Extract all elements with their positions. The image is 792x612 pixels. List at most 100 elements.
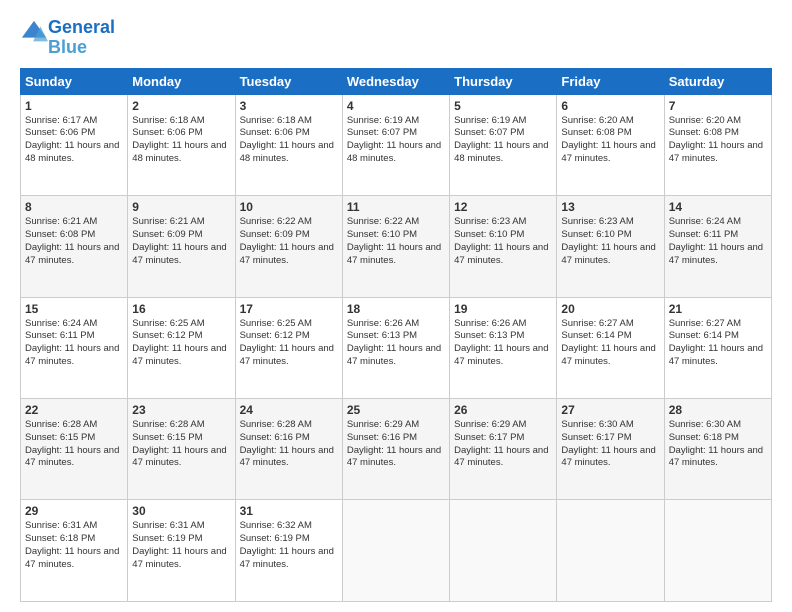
daylight-label: Daylight: 11 hours and 47 minutes. bbox=[240, 242, 334, 266]
calendar-week-4: 22 Sunrise: 6:28 AM Sunset: 6:15 PM Dayligh… bbox=[21, 399, 772, 500]
sunrise-label: Sunrise: 6:24 AM bbox=[669, 216, 741, 227]
calendar-week-3: 15 Sunrise: 6:24 AMSunset: 6:11 PMDayligh… bbox=[21, 297, 772, 398]
calendar-header-row: SundayMondayTuesdayWednesdayThursdayFrid… bbox=[21, 68, 772, 94]
sunrise-label: Sunrise: 6:19 AM bbox=[454, 115, 526, 126]
day-header-saturday: Saturday bbox=[664, 68, 771, 94]
sunrise-label: Sunrise: 6:20 AM bbox=[561, 115, 633, 126]
daylight-label: Daylight: 11 hours and 47 minutes. bbox=[454, 445, 548, 469]
cell-content: Sunrise: 6:20 AMSunset: 6:08 PMDaylight:… bbox=[561, 115, 659, 166]
sunrise-label: Sunrise: 6:18 AM bbox=[240, 115, 312, 126]
calendar-cell: 15 Sunrise: 6:24 AMSunset: 6:11 PMDayligh… bbox=[21, 297, 128, 398]
cell-content: Sunrise: 6:27 AMSunset: 6:14 PMDaylight:… bbox=[669, 318, 767, 369]
sunrise-label: Sunrise: 6:31 AM bbox=[132, 520, 204, 531]
calendar-cell: 18Sunrise: 6:26 AMSunset: 6:13 PMDayligh… bbox=[342, 297, 449, 398]
cell-content: Sunrise: 6:28 AMSunset: 6:15 PMDaylight:… bbox=[132, 419, 230, 470]
sunrise-label: Sunrise: 6:21 AM bbox=[132, 216, 204, 227]
calendar-cell: 22 Sunrise: 6:28 AM Sunset: 6:15 PM Dayligh… bbox=[21, 399, 128, 500]
day-number: 30 bbox=[132, 504, 230, 518]
cell-content: Sunrise: 6:29 AMSunset: 6:17 PMDaylight:… bbox=[454, 419, 552, 470]
cell-content: Sunrise: 6:31 AM Sunset: 6:19 PM Daylight:… bbox=[132, 520, 230, 571]
sunset-label: Sunset: 6:06 PM bbox=[132, 127, 202, 138]
sunrise-label: Sunrise: 6:29 AM bbox=[347, 419, 419, 430]
day-number: 10 bbox=[240, 200, 338, 214]
logo: GeneralBlue bbox=[20, 18, 115, 58]
calendar-cell: 31Sunrise: 6:32 AMSunset: 6:19 PMDayligh… bbox=[235, 500, 342, 602]
sunset-label: Sunset: 6:06 PM bbox=[240, 127, 310, 138]
sunrise-label: Sunrise: 6:19 AM bbox=[347, 115, 419, 126]
calendar-cell: 11Sunrise: 6:22 AMSunset: 6:10 PMDayligh… bbox=[342, 196, 449, 297]
day-number: 9 bbox=[132, 200, 230, 214]
daylight-label: Daylight: 11 hours and 47 minutes. bbox=[669, 140, 763, 164]
daylight-label: Daylight: 11 hours and 47 minutes. bbox=[454, 242, 548, 266]
sunset-label: Sunset: 6:19 PM bbox=[132, 533, 202, 544]
calendar-cell: 17Sunrise: 6:25 AMSunset: 6:12 PMDayligh… bbox=[235, 297, 342, 398]
cell-content: Sunrise: 6:30 AMSunset: 6:17 PMDaylight:… bbox=[561, 419, 659, 470]
sunrise-label: Sunrise: 6:18 AM bbox=[132, 115, 204, 126]
sunset-label: Sunset: 6:11 PM bbox=[25, 330, 95, 341]
cell-content: Sunrise: 6:22 AMSunset: 6:10 PMDaylight:… bbox=[347, 216, 445, 267]
daylight-label: Daylight: 11 hours and 47 minutes. bbox=[132, 445, 226, 469]
calendar-cell: 1Sunrise: 6:17 AMSunset: 6:06 PMDaylight… bbox=[21, 94, 128, 195]
sunset-label: Sunset: 6:08 PM bbox=[25, 229, 95, 240]
daylight-label: Daylight: 11 hours and 47 minutes. bbox=[561, 242, 655, 266]
daylight-label: Daylight: 11 hours and 47 minutes. bbox=[25, 445, 119, 469]
cell-content: Sunrise: 6:26 AMSunset: 6:13 PMDaylight:… bbox=[347, 318, 445, 369]
daylight-label: Daylight: 11 hours and 47 minutes. bbox=[132, 343, 226, 367]
cell-content: Sunrise: 6:28 AMSunset: 6:16 PMDaylight:… bbox=[240, 419, 338, 470]
sunrise-label: Sunrise: 6:22 AM bbox=[240, 216, 312, 227]
day-number: 27 bbox=[561, 403, 659, 417]
day-number: 4 bbox=[347, 99, 445, 113]
day-number: 15 bbox=[25, 302, 123, 316]
cell-content: Sunrise: 6:24 AMSunset: 6:11 PMDaylight:… bbox=[25, 318, 123, 369]
day-number: 2 bbox=[132, 99, 230, 113]
calendar-cell: 4 Sunrise: 6:19 AMSunset: 6:07 PM Daylight… bbox=[342, 94, 449, 195]
calendar-cell: 30 Sunrise: 6:31 AM Sunset: 6:19 PM Dayligh… bbox=[128, 500, 235, 602]
cell-content: Sunrise: 6:19 AMSunset: 6:07 PM Daylight:… bbox=[347, 115, 445, 166]
sunset-label: Sunset: 6:18 PM bbox=[669, 432, 739, 443]
daylight-label: Daylight: 11 hours and 47 minutes. bbox=[240, 546, 334, 570]
daylight-label: Daylight: 11 hours and 47 minutes. bbox=[240, 343, 334, 367]
daylight-label: Daylight: 11 hours and 48 minutes. bbox=[347, 140, 441, 164]
daylight-label: Daylight: 11 hours and 47 minutes. bbox=[561, 445, 655, 469]
cell-content: Sunrise: 6:28 AM Sunset: 6:15 PM Daylight:… bbox=[25, 419, 123, 470]
sunrise-label: Sunrise: 6:23 AM bbox=[454, 216, 526, 227]
sunrise-label: Sunrise: 6:28 AM bbox=[25, 419, 97, 430]
sunset-label: Sunset: 6:15 PM bbox=[132, 432, 202, 443]
sunset-label: Sunset: 6:16 PM bbox=[347, 432, 417, 443]
daylight-label: Daylight: 11 hours and 48 minutes. bbox=[132, 140, 226, 164]
daylight-label: Daylight: 11 hours and 47 minutes. bbox=[132, 546, 226, 570]
calendar-cell bbox=[450, 500, 557, 602]
day-number: 21 bbox=[669, 302, 767, 316]
calendar-cell: 20Sunrise: 6:27 AMSunset: 6:14 PMDayligh… bbox=[557, 297, 664, 398]
sunset-label: Sunset: 6:16 PM bbox=[240, 432, 310, 443]
cell-content: Sunrise: 6:22 AMSunset: 6:09 PMDaylight:… bbox=[240, 216, 338, 267]
sunset-label: Sunset: 6:11 PM bbox=[669, 229, 739, 240]
daylight-label: Daylight: 11 hours and 47 minutes. bbox=[347, 242, 441, 266]
daylight-label: Daylight: 11 hours and 47 minutes. bbox=[25, 242, 119, 266]
daylight-label: Daylight: 11 hours and 48 minutes. bbox=[25, 140, 119, 164]
sunset-label: Sunset: 6:15 PM bbox=[25, 432, 95, 443]
sunset-label: Sunset: 6:19 PM bbox=[240, 533, 310, 544]
sunset-label: Sunset: 6:07 PM bbox=[347, 127, 417, 138]
daylight-label: Daylight: 11 hours and 47 minutes. bbox=[25, 546, 119, 570]
daylight-label: Daylight: 11 hours and 47 minutes. bbox=[240, 445, 334, 469]
cell-content: Sunrise: 6:32 AMSunset: 6:19 PMDaylight:… bbox=[240, 520, 338, 571]
day-number: 22 bbox=[25, 403, 123, 417]
day-number: 7 bbox=[669, 99, 767, 113]
calendar-week-2: 8Sunrise: 6:21 AMSunset: 6:08 PMDaylight… bbox=[21, 196, 772, 297]
calendar-cell: 16Sunrise: 6:25 AMSunset: 6:12 PMDayligh… bbox=[128, 297, 235, 398]
sunset-label: Sunset: 6:10 PM bbox=[454, 229, 524, 240]
sunrise-label: Sunrise: 6:31 AM bbox=[25, 520, 97, 531]
cell-content: Sunrise: 6:18 AMSunset: 6:06 PM Daylight:… bbox=[132, 115, 230, 166]
cell-content: Sunrise: 6:31 AMSunset: 6:18 PMDaylight:… bbox=[25, 520, 123, 571]
cell-content: Sunrise: 6:21 AMSunset: 6:08 PMDaylight:… bbox=[25, 216, 123, 267]
calendar-cell bbox=[557, 500, 664, 602]
day-number: 25 bbox=[347, 403, 445, 417]
sunrise-label: Sunrise: 6:25 AM bbox=[240, 318, 312, 329]
sunset-label: Sunset: 6:13 PM bbox=[347, 330, 417, 341]
sunrise-label: Sunrise: 6:26 AM bbox=[454, 318, 526, 329]
daylight-label: Daylight: 11 hours and 47 minutes. bbox=[669, 343, 763, 367]
calendar-week-5: 29Sunrise: 6:31 AMSunset: 6:18 PMDayligh… bbox=[21, 500, 772, 602]
sunset-label: Sunset: 6:17 PM bbox=[454, 432, 524, 443]
calendar-cell bbox=[342, 500, 449, 602]
